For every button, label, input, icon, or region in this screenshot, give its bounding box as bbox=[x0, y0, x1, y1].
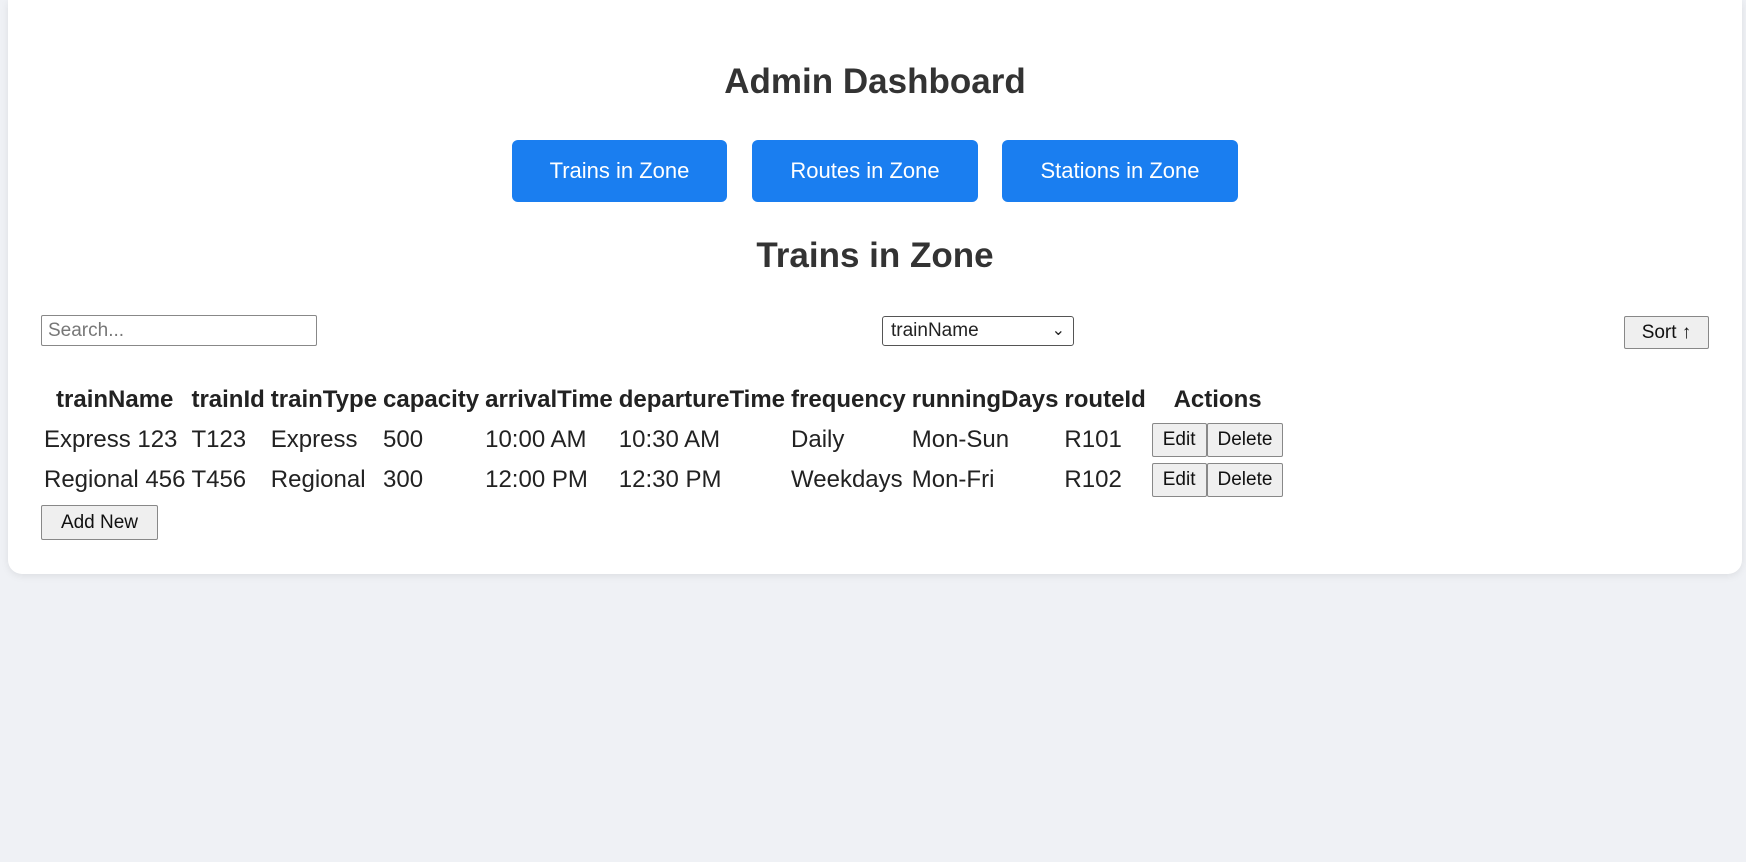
search-input[interactable] bbox=[41, 315, 317, 346]
cell-frequency: Weekdays bbox=[791, 466, 903, 493]
sort-button[interactable]: Sort ↑ bbox=[1624, 316, 1709, 349]
cell-running-days: Mon-Fri bbox=[911, 466, 995, 493]
sort-field-value: trainName bbox=[891, 320, 979, 341]
chevron-down-icon: ⌄ bbox=[1051, 322, 1065, 339]
column-header: arrivalTime bbox=[485, 386, 613, 413]
cell-running-days: Mon-Sun bbox=[911, 426, 1010, 453]
cell-route-id: R102 bbox=[1064, 466, 1122, 493]
routes-in-zone-button[interactable]: Routes in Zone bbox=[752, 140, 978, 202]
section-title: Trains in Zone bbox=[756, 236, 994, 275]
delete-button[interactable]: Delete bbox=[1206, 463, 1284, 497]
column-header: routeId bbox=[1064, 386, 1146, 413]
cell-departure-time: 12:30 PM bbox=[618, 466, 722, 493]
sort-field-select[interactable]: trainName ⌄ bbox=[882, 316, 1074, 346]
cell-train-type: Express bbox=[270, 426, 358, 453]
column-header: frequency bbox=[791, 386, 906, 413]
column-header: capacity bbox=[383, 386, 480, 413]
edit-button[interactable]: Edit bbox=[1151, 463, 1207, 497]
cell-route-id: R101 bbox=[1064, 426, 1122, 453]
cell-actions: Edit Delete bbox=[1149, 460, 1287, 500]
cell-train-name: Regional 456 bbox=[44, 466, 186, 493]
cell-arrival-time: 10:00 AM bbox=[485, 426, 587, 453]
cell-frequency: Daily bbox=[791, 426, 845, 453]
add-new-button[interactable]: Add New bbox=[41, 505, 158, 540]
stations-in-zone-button[interactable]: Stations in Zone bbox=[1002, 140, 1238, 202]
cell-train-name: Express 123 bbox=[44, 426, 178, 453]
column-header: trainName bbox=[56, 386, 174, 413]
column-header: trainId bbox=[191, 386, 265, 413]
dashboard-card: Admin Dashboard Trains in Zone Routes in… bbox=[8, 0, 1742, 574]
table-row: Regional 456 T456 Regional 300 12:00 PM … bbox=[41, 460, 1286, 500]
cell-capacity: 300 bbox=[383, 466, 424, 493]
cell-actions: Edit Delete bbox=[1149, 420, 1287, 460]
cell-arrival-time: 12:00 PM bbox=[485, 466, 588, 493]
cell-train-type: Regional bbox=[270, 466, 366, 493]
cell-capacity: 500 bbox=[383, 426, 424, 453]
trains-table: trainName trainId trainType capacity arr… bbox=[41, 380, 1286, 500]
zone-nav: Trains in Zone Routes in Zone Stations i… bbox=[8, 140, 1742, 202]
page-title: Admin Dashboard bbox=[724, 62, 1026, 101]
cell-train-id: T456 bbox=[191, 466, 247, 493]
column-header: trainType bbox=[270, 386, 378, 413]
cell-train-id: T123 bbox=[191, 426, 247, 453]
edit-button[interactable]: Edit bbox=[1151, 423, 1207, 457]
column-header: departureTime bbox=[618, 386, 786, 413]
trains-in-zone-button[interactable]: Trains in Zone bbox=[512, 140, 727, 202]
column-header: runningDays bbox=[911, 386, 1059, 413]
table-row: Express 123 T123 Express 500 10:00 AM 10… bbox=[41, 420, 1286, 460]
column-header: Actions bbox=[1173, 386, 1262, 413]
table-header-row: trainName trainId trainType capacity arr… bbox=[41, 380, 1286, 420]
delete-button[interactable]: Delete bbox=[1206, 423, 1284, 457]
cell-departure-time: 10:30 AM bbox=[618, 426, 721, 453]
